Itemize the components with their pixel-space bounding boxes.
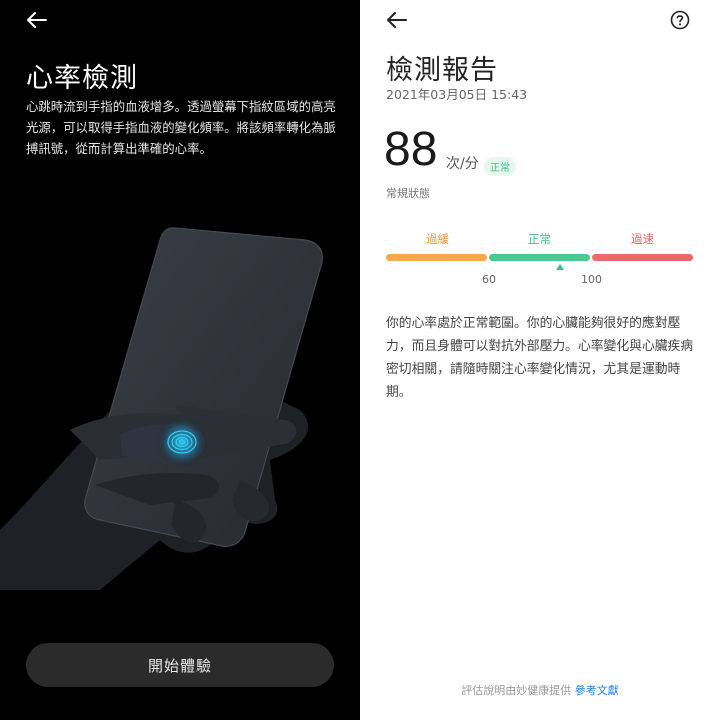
scale-label-normal: 正常 [528,232,551,246]
description-text: 心跳時流到手指的血液增多。透過螢幕下指紋區域的高亮光源，可以取得手指血液的變化頻… [26,99,336,156]
heart-rate-intro-screen: 心率檢測 心跳時流到手指的血液增多。透過螢幕下指紋區域的高亮光源，可以取得手指血… [0,0,360,720]
back-arrow-icon[interactable] [386,10,408,30]
back-arrow-icon[interactable] [26,10,48,30]
scale-bar-fast [592,254,693,261]
detection-report-screen: 檢測報告 2021年03月05日 15:43 88 次/分 正常 常規狀態 過緩… [360,0,720,720]
scale-label-slow: 過緩 [426,232,449,246]
scale-bar-normal [489,254,590,261]
app-root: 心率檢測 心跳時流到手指的血液增多。透過螢幕下指紋區域的高亮光源，可以取得手指血… [0,0,720,720]
heart-rate-unit: 次/分 [446,156,479,172]
tick-100: 100 [581,273,602,286]
page-title: 心率檢測 [26,63,138,94]
footer-text: 評估說明由妙健康提供 [461,684,572,697]
start-experience-button[interactable]: 開始體驗 [26,643,334,687]
footer-credit: 評估說明由妙健康提供 參考文獻 [360,682,720,698]
tick-60: 60 [482,273,496,286]
status-badge: 正常 [484,157,516,176]
help-question-icon[interactable] [670,10,690,30]
report-title: 檢測報告 [386,55,498,86]
scale-bar-slow [386,254,487,261]
scale-label-fast: 過速 [631,232,654,246]
references-link[interactable]: 參考文獻 [575,684,619,697]
report-datetime: 2021年03月05日 15:43 [386,87,528,102]
report-description: 你的心率處於正常範圍。你的心臟能夠很好的應對壓力，而且身體可以對抗外部壓力。心率… [386,316,694,400]
heart-rate-value: 88 [384,123,438,176]
state-label: 常規狀態 [386,187,430,200]
current-value-marker [556,264,564,270]
hand-phone-illustration [0,227,323,590]
